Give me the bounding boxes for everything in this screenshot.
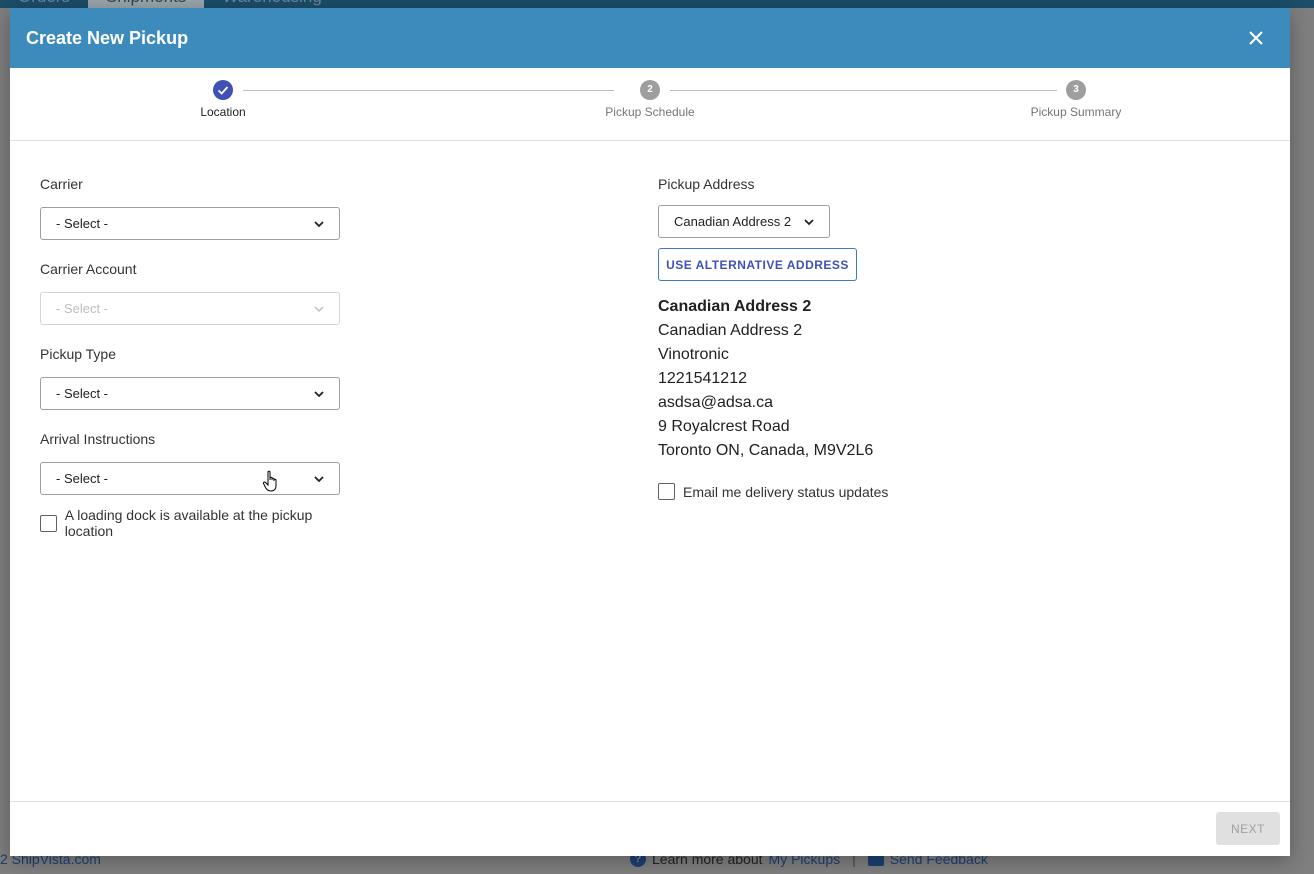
step-number: 2 xyxy=(640,80,660,100)
check-icon xyxy=(213,80,233,100)
create-pickup-dialog: Create New Pickup Location 2 Pickup Sche… xyxy=(10,8,1290,856)
address-city: Toronto ON, Canada, M9V2L6 xyxy=(658,442,874,459)
chevron-down-icon xyxy=(314,305,324,312)
next-button[interactable]: NEXT xyxy=(1216,812,1280,845)
dialog-body: Carrier - Select - Carrier Account - Sel… xyxy=(10,141,1290,801)
pickup-address-select[interactable]: Canadian Address 2 xyxy=(658,205,830,238)
dialog-title: Create New Pickup xyxy=(26,27,189,48)
nav-tab-orders[interactable]: Orders xyxy=(0,0,88,8)
location-fields: Carrier - Select - Carrier Account - Sel… xyxy=(40,175,360,539)
step-label: Pickup Summary xyxy=(1030,105,1122,119)
address-line1: Canadian Address 2 xyxy=(658,322,803,339)
hand-cursor-icon xyxy=(262,470,277,492)
app-top-nav: Orders Shipments Warehousing xyxy=(0,0,1314,8)
use-alternative-address-button[interactable]: USE ALTERNATIVE ADDRESS xyxy=(658,248,857,281)
pickup-type-select-value: - Select - xyxy=(56,386,109,401)
arrival-instructions-group: Arrival Instructions - Select - xyxy=(40,430,360,495)
carrier-select[interactable]: - Select - xyxy=(40,207,340,240)
carrier-label: Carrier xyxy=(40,176,83,192)
nav-tab-shipments[interactable]: Shipments xyxy=(87,0,205,8)
pickup-type-select[interactable]: - Select - xyxy=(40,377,340,410)
chevron-down-icon xyxy=(314,475,324,482)
carrier-account-select: - Select - xyxy=(40,292,340,325)
pickup-type-group: Pickup Type - Select - xyxy=(40,345,360,410)
nav-tab-warehousing[interactable]: Warehousing xyxy=(204,0,340,8)
step-location[interactable]: Location xyxy=(153,80,293,119)
step-label: Pickup Schedule xyxy=(605,105,695,119)
address-street: 9 Royalcrest Road xyxy=(658,418,790,435)
address-phone: 1221541212 xyxy=(658,370,747,387)
dialog-header: Create New Pickup xyxy=(10,8,1290,68)
loading-dock-checkbox[interactable] xyxy=(40,514,57,532)
address-company: Vinotronic xyxy=(658,346,729,363)
step-connector xyxy=(670,90,1057,91)
chevron-down-icon xyxy=(804,218,814,225)
pickup-type-label: Pickup Type xyxy=(40,346,117,362)
arrival-instructions-select-value: - Select - xyxy=(56,471,109,486)
pickup-address-label: Pickup Address xyxy=(658,176,755,192)
dialog-footer: NEXT xyxy=(10,801,1290,856)
pickup-stepper: Location 2 Pickup Schedule 3 Pickup Summ… xyxy=(10,68,1290,141)
arrival-instructions-select[interactable]: - Select - xyxy=(40,462,340,495)
pickup-address-select-value: Canadian Address 2 xyxy=(674,214,792,229)
step-pickup-summary[interactable]: 3 Pickup Summary xyxy=(1006,80,1146,119)
address-details: Canadian Address 2 Canadian Address 2 Vi… xyxy=(658,295,1058,463)
address-name: Canadian Address 2 xyxy=(658,298,812,315)
close-icon[interactable] xyxy=(1244,26,1268,50)
email-updates-row[interactable]: Email me delivery status updates xyxy=(658,483,1058,500)
step-pickup-schedule[interactable]: 2 Pickup Schedule xyxy=(580,80,720,119)
carrier-group: Carrier - Select - xyxy=(40,175,360,240)
step-connector xyxy=(243,90,614,91)
carrier-account-select-value: - Select - xyxy=(56,301,109,316)
carrier-select-value: - Select - xyxy=(56,216,109,231)
email-updates-checkbox[interactable] xyxy=(658,483,675,500)
app-nav-tabs: Orders Shipments Warehousing xyxy=(0,0,340,8)
loading-dock-row[interactable]: A loading dock is available at the picku… xyxy=(40,507,360,539)
email-updates-label: Email me delivery status updates xyxy=(683,483,889,500)
chevron-down-icon xyxy=(314,220,324,227)
step-number: 3 xyxy=(1066,80,1086,100)
address-email: asdsa@adsa.ca xyxy=(658,394,773,411)
arrival-instructions-label: Arrival Instructions xyxy=(40,431,156,447)
pickup-address-section: Pickup Address Canadian Address 2 USE AL… xyxy=(658,175,1058,500)
carrier-account-label: Carrier Account xyxy=(40,261,137,277)
carrier-account-group: Carrier Account - Select - xyxy=(40,260,360,325)
step-label: Location xyxy=(200,105,246,119)
loading-dock-label: A loading dock is available at the picku… xyxy=(64,507,313,539)
chevron-down-icon xyxy=(314,390,324,397)
